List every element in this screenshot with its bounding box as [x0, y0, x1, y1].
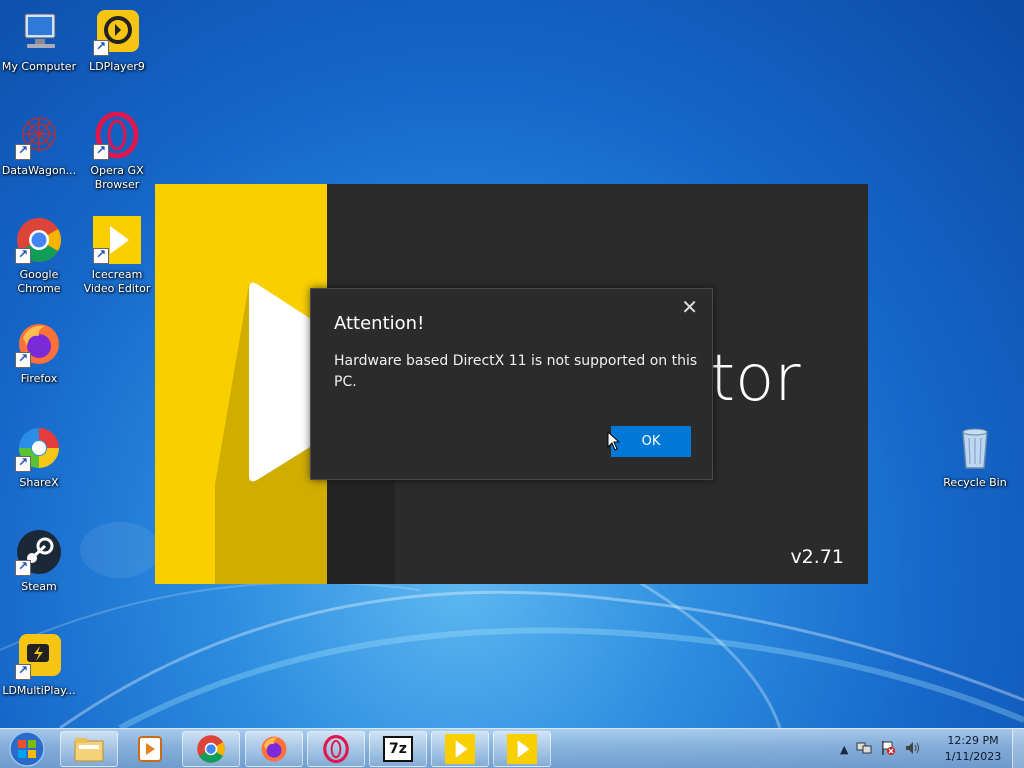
datawagon-icon — [15, 112, 63, 160]
taskbar: 7z ▲ 12:29 PM 1/11/2023 — [0, 728, 1024, 768]
desktop-icon-recycle-bin[interactable]: Recycle Bin — [936, 424, 1014, 490]
desktop-icon-firefox[interactable]: Firefox — [0, 320, 78, 386]
taskbar-7zip[interactable]: 7z — [369, 731, 427, 767]
show-hidden-icons-icon[interactable]: ▲ — [840, 743, 848, 756]
dialog-message: Hardware based DirectX 11 is not support… — [334, 353, 698, 390]
desktop-icon-label: Icecream Video Editor — [83, 268, 151, 295]
system-tray: ▲ — [840, 729, 928, 768]
desktop-icon-label: DataWagon... — [1, 164, 77, 177]
shortcut-arrow-icon — [93, 143, 109, 160]
desktop-icon-datawagon[interactable]: DataWagon... — [0, 112, 78, 178]
computer-icon — [15, 8, 63, 56]
sharex-icon — [15, 424, 63, 472]
7zip-icon-label: 7z — [389, 741, 407, 757]
taskbar-icecream-2[interactable] — [493, 731, 551, 767]
taskbar-windows-explorer[interactable] — [60, 731, 118, 767]
ok-button[interactable]: OK — [611, 426, 691, 457]
windows-explorer-icon — [74, 738, 104, 762]
desktop-icon-icecream-video-editor[interactable]: Icecream Video Editor — [78, 216, 156, 296]
taskbar-media-player[interactable] — [121, 731, 179, 767]
desktop-icon-label: Steam — [21, 580, 57, 593]
desktop-icon-steam[interactable]: Steam — [0, 528, 78, 594]
splash-version: v2.71 — [790, 546, 844, 568]
shortcut-arrow-icon — [15, 663, 31, 680]
desktop-icon-my-computer[interactable]: My Computer — [0, 8, 78, 74]
attention-dialog: ✕ Attention! Hardware based DirectX 11 i… — [310, 288, 713, 480]
taskbar-opera[interactable] — [307, 731, 365, 767]
icecream-icon — [507, 734, 537, 764]
shortcut-arrow-icon — [15, 455, 31, 472]
desktop-icon-sharex[interactable]: ShareX — [0, 424, 78, 490]
desktop-icon-google-chrome[interactable]: Google Chrome — [0, 216, 78, 296]
taskbar-chrome[interactable] — [182, 731, 240, 767]
shortcut-arrow-icon — [93, 247, 109, 264]
chrome-icon — [15, 216, 63, 264]
recycle-bin-icon — [951, 424, 999, 472]
7zip-icon: 7z — [383, 736, 413, 762]
taskbar-clock[interactable]: 12:29 PM 1/11/2023 — [930, 733, 1016, 765]
show-desktop-button[interactable] — [1012, 729, 1024, 768]
shortcut-arrow-icon — [15, 143, 31, 160]
network-icon[interactable] — [856, 740, 872, 759]
shortcut-arrow-icon — [15, 559, 31, 576]
media-player-icon — [138, 736, 162, 762]
dialog-title: Attention! — [334, 313, 425, 334]
taskbar-firefox[interactable] — [245, 731, 303, 767]
volume-icon[interactable] — [904, 740, 920, 759]
desktop-icon-ldplayer9[interactable]: LDPlayer9 — [78, 8, 156, 74]
desktop-icon-label: LDPlayer9 — [89, 60, 145, 73]
start-button[interactable] — [6, 730, 48, 768]
icecream-icon — [445, 734, 475, 764]
taskbar-icecream-1[interactable] — [431, 731, 489, 767]
mouse-cursor-icon — [607, 431, 621, 451]
clock-date: 1/11/2023 — [944, 750, 1002, 763]
firefox-icon — [261, 736, 287, 762]
steam-icon — [15, 528, 63, 576]
chrome-icon — [197, 735, 225, 763]
splash-brand-text: tor — [710, 342, 801, 416]
desktop-icon-label: Opera GX Browser — [90, 164, 144, 191]
windows-orb-icon — [9, 731, 45, 767]
opera-gx-icon — [93, 111, 141, 160]
desktop-icon-label: ShareX — [19, 476, 59, 489]
icecream-icon — [93, 216, 141, 264]
desktop-icon-label: My Computer — [1, 60, 77, 73]
desktop-icon-label: Google Chrome — [17, 268, 61, 295]
desktop-icon-label: LDMultiPlay... — [2, 684, 76, 697]
opera-icon — [323, 734, 349, 764]
desktop-icon-ldmultiplayer[interactable]: LDMultiPlay... — [0, 632, 78, 698]
shortcut-arrow-icon — [15, 351, 31, 368]
close-icon[interactable]: ✕ — [681, 295, 698, 319]
ldplayer-icon — [93, 8, 141, 56]
action-center-icon[interactable] — [880, 740, 896, 759]
firefox-icon — [15, 320, 63, 368]
desktop-icon-opera-gx[interactable]: Opera GX Browser — [78, 111, 156, 192]
clock-time: 12:29 PM — [947, 734, 999, 747]
shortcut-arrow-icon — [15, 247, 31, 264]
ldmultiplayer-icon — [15, 632, 63, 680]
desktop-icon-label: Firefox — [20, 372, 58, 385]
shortcut-arrow-icon — [93, 39, 109, 56]
desktop-icon-label: Recycle Bin — [943, 476, 1007, 489]
